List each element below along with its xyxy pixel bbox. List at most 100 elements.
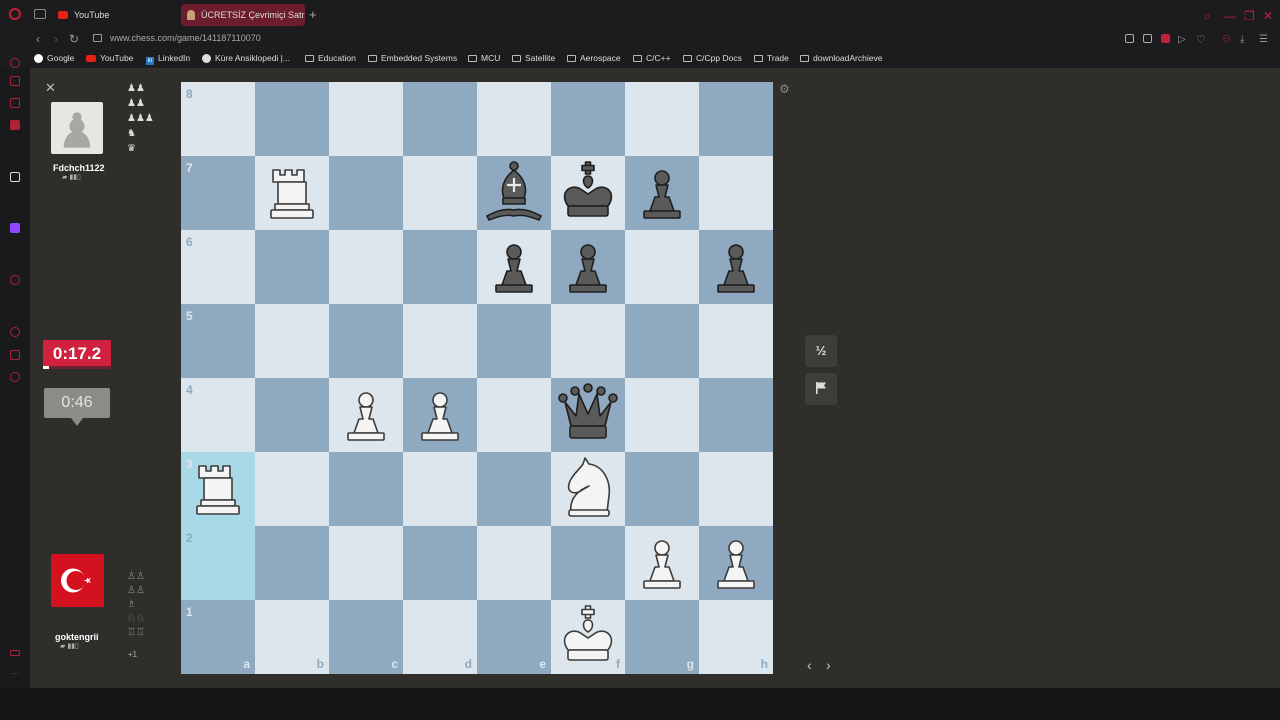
player-icon[interactable] xyxy=(10,275,20,285)
square-c5[interactable] xyxy=(329,304,403,378)
maximize-icon[interactable]: ❐ xyxy=(1244,9,1255,23)
square-e3[interactable] xyxy=(477,452,551,526)
square-e2[interactable] xyxy=(477,526,551,600)
square-d2[interactable] xyxy=(403,526,477,600)
bookmark-youtube[interactable]: YouTube xyxy=(86,53,133,63)
square-f6[interactable] xyxy=(551,230,625,304)
square-g3[interactable] xyxy=(625,452,699,526)
square-a7[interactable]: 7 xyxy=(181,156,255,230)
heart-icon[interactable]: ♡ xyxy=(1196,33,1206,46)
square-b7[interactable] xyxy=(255,156,329,230)
chess-board[interactable]: 87654321abcdefgh xyxy=(181,82,773,674)
close-panel-icon[interactable]: ✕ xyxy=(45,80,56,96)
square-d8[interactable] xyxy=(403,82,477,156)
bottom-player-name[interactable]: goktengrii xyxy=(55,632,99,642)
square-h6[interactable] xyxy=(699,230,773,304)
white-knight-icon[interactable] xyxy=(551,452,625,526)
square-h7[interactable] xyxy=(699,156,773,230)
square-c6[interactable] xyxy=(329,230,403,304)
square-c8[interactable] xyxy=(329,82,403,156)
square-f7[interactable] xyxy=(551,156,625,230)
bookmark-folder-embedded[interactable]: Embedded Systems xyxy=(368,53,457,63)
settings-icon[interactable] xyxy=(10,372,20,382)
previous-move-icon[interactable]: ‹ xyxy=(807,657,812,673)
square-d1[interactable]: d xyxy=(403,600,477,674)
next-move-icon[interactable]: › xyxy=(826,657,831,673)
square-a4[interactable]: 4 xyxy=(181,378,255,452)
square-e7[interactable] xyxy=(477,156,551,230)
square-g6[interactable] xyxy=(625,230,699,304)
snapshot-icon[interactable] xyxy=(1143,34,1152,43)
account-icon[interactable]: ⚇ xyxy=(1222,34,1231,45)
new-tab-button[interactable]: + xyxy=(309,7,317,22)
square-c2[interactable] xyxy=(329,526,403,600)
url-field[interactable]: www.chess.com/game/141187110070 xyxy=(110,33,261,43)
square-c7[interactable] xyxy=(329,156,403,230)
square-g4[interactable] xyxy=(625,378,699,452)
black-bishop-icon[interactable] xyxy=(477,156,551,230)
messenger-icon[interactable] xyxy=(10,120,20,130)
square-a2[interactable]: 2 xyxy=(181,526,255,600)
bookmark-folder-download[interactable]: downloadArchieve xyxy=(800,53,882,63)
square-b5[interactable] xyxy=(255,304,329,378)
square-h3[interactable] xyxy=(699,452,773,526)
square-h1[interactable]: h xyxy=(699,600,773,674)
square-f4[interactable] xyxy=(551,378,625,452)
board-settings-gear-icon[interactable]: ⚙ xyxy=(779,82,790,96)
square-f1[interactable]: f xyxy=(551,600,625,674)
square-h5[interactable] xyxy=(699,304,773,378)
pin-icon[interactable] xyxy=(1125,34,1134,43)
search-icon[interactable]: ⌕ xyxy=(1204,9,1211,24)
more-icon[interactable]: ··· xyxy=(10,668,20,679)
bookmark-folder-cpp-docs[interactable]: C/Cpp Docs xyxy=(683,53,742,63)
bookmark-folder-mcu[interactable]: MCU xyxy=(468,53,500,63)
square-b1[interactable]: b xyxy=(255,600,329,674)
close-window-icon[interactable]: ✕ xyxy=(1263,9,1273,23)
square-e8[interactable] xyxy=(477,82,551,156)
square-h8[interactable] xyxy=(699,82,773,156)
white-pawn-icon[interactable] xyxy=(699,526,773,600)
shield-icon[interactable] xyxy=(1161,34,1170,43)
black-pawn-icon[interactable] xyxy=(551,230,625,304)
square-d7[interactable] xyxy=(403,156,477,230)
white-king-icon[interactable] xyxy=(551,600,625,674)
ai-icon[interactable] xyxy=(10,98,20,108)
white-rook-icon[interactable] xyxy=(255,156,329,230)
white-rook-icon[interactable] xyxy=(181,452,255,526)
bookmark-linkedin[interactable]: in LinkedIn xyxy=(146,53,190,65)
square-a6[interactable]: 6 xyxy=(181,230,255,304)
gx-icon[interactable] xyxy=(10,650,20,656)
black-queen-icon[interactable] xyxy=(551,378,625,452)
offer-draw-button[interactable]: ½ xyxy=(805,335,837,367)
shopping-icon[interactable] xyxy=(10,76,20,86)
square-f5[interactable] xyxy=(551,304,625,378)
square-d4[interactable] xyxy=(403,378,477,452)
square-d3[interactable] xyxy=(403,452,477,526)
square-g8[interactable] xyxy=(625,82,699,156)
minimize-icon[interactable]: — xyxy=(1224,9,1236,23)
square-h2[interactable] xyxy=(699,526,773,600)
square-a3[interactable]: 3 xyxy=(181,452,255,526)
history-icon[interactable] xyxy=(10,327,20,337)
reload-icon[interactable]: ↻ xyxy=(69,32,79,46)
square-d5[interactable] xyxy=(403,304,477,378)
resign-button[interactable] xyxy=(805,373,837,405)
square-b3[interactable] xyxy=(255,452,329,526)
top-player-avatar[interactable] xyxy=(51,102,103,154)
bookmark-folder-aerospace[interactable]: Aerospace xyxy=(567,53,621,63)
bookmark-kure[interactable]: Küre Ansiklopedi |... xyxy=(202,53,290,63)
square-f2[interactable] xyxy=(551,526,625,600)
square-e5[interactable] xyxy=(477,304,551,378)
square-g5[interactable] xyxy=(625,304,699,378)
back-icon[interactable]: ‹ xyxy=(36,32,40,46)
tab-youtube[interactable]: YouTube xyxy=(52,4,176,26)
download-icon[interactable]: ⤓ xyxy=(1240,34,1244,45)
square-e6[interactable] xyxy=(477,230,551,304)
square-h4[interactable] xyxy=(699,378,773,452)
square-c4[interactable] xyxy=(329,378,403,452)
tab-chess[interactable]: ÜCRETSİZ Çevrimiçi Satranç xyxy=(181,4,305,26)
bookmark-folder-education[interactable]: Education xyxy=(305,53,356,63)
bookmark-google[interactable]: Google xyxy=(34,53,74,63)
aria-icon[interactable] xyxy=(10,172,20,182)
bookmark-folder-trade[interactable]: Trade xyxy=(754,53,789,63)
